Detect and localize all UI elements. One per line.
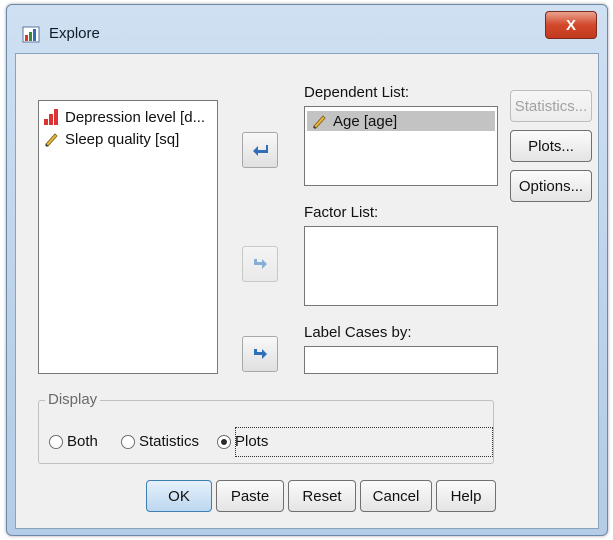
radio-label: Statistics [139,433,200,450]
title-bar: Explore X [7,5,607,53]
ok-button[interactable]: OK [146,480,212,512]
explore-dialog: Explore X Depression level [d... Sleep q… [6,4,608,536]
variable-label: Age [age] [333,112,398,130]
radio-selected-icon [217,434,231,449]
radio-both[interactable]: Both [49,433,98,450]
variable-label: Depression level [d... [65,108,206,126]
arrow-icon [254,349,267,359]
scale-measure-icon [313,115,326,129]
plots-button[interactable]: Plots... [510,130,592,162]
paste-button[interactable]: Paste [216,480,284,512]
display-group: Display Both Statistics Plots [38,391,494,464]
scale-measure-icon [45,133,58,147]
dependent-list-label: Dependent List: [304,84,410,101]
arrow-icon [253,145,268,156]
focus-rectangle [235,427,493,457]
label-cases-label: Label Cases by: [304,324,412,341]
dependent-list[interactable]: Age [age] [304,106,498,186]
spss-app-icon [21,23,43,45]
window-title: Explore [49,25,100,42]
move-to-dependent-button[interactable] [242,132,278,168]
list-item[interactable]: Age [age] [307,111,495,131]
source-variable-list[interactable]: Depression level [d... Sleep quality [sq… [38,100,218,374]
help-button[interactable]: Help [436,480,496,512]
move-to-factor-button[interactable] [242,246,278,282]
statistics-button[interactable]: Statistics... [510,90,592,122]
ordinal-measure-icon [44,109,58,125]
variable-label: Sleep quality [sq] [65,130,180,148]
arrow-icon [254,259,267,269]
dialog-body: Depression level [d... Sleep quality [sq… [15,53,599,529]
options-button[interactable]: Options... [510,170,592,202]
radio-icon [121,434,135,449]
move-to-label-cases-button[interactable] [242,336,278,372]
label-cases-field[interactable] [304,346,498,374]
list-item[interactable]: Depression level [d... [43,107,205,127]
display-legend: Display [45,391,101,408]
factor-list-label: Factor List: [304,204,379,221]
close-button[interactable]: X [545,11,597,39]
radio-statistics[interactable]: Statistics [121,433,199,450]
factor-list[interactable] [304,226,498,306]
cancel-button[interactable]: Cancel [360,480,432,512]
radio-icon [49,434,63,449]
list-item[interactable]: Sleep quality [sq] [43,129,179,149]
radio-label: Both [67,433,98,450]
reset-button[interactable]: Reset [288,480,356,512]
